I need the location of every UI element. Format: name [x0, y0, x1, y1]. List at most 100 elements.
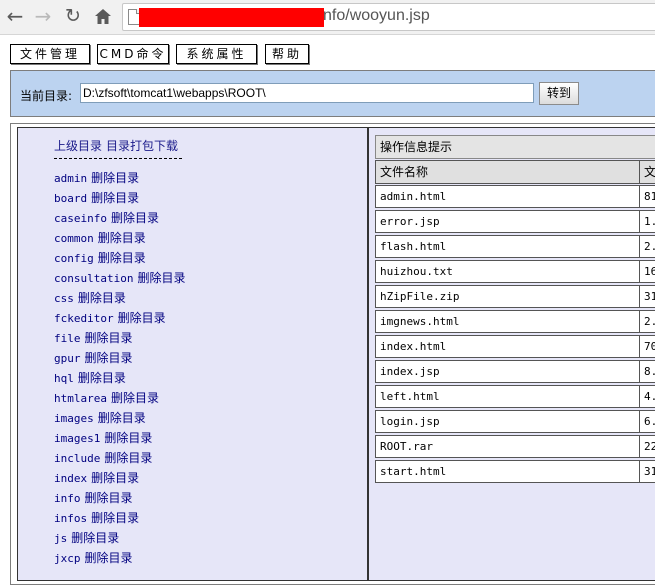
delete-directory-link[interactable]: 删除目录	[85, 351, 133, 365]
help-button[interactable]: 帮助	[265, 44, 309, 64]
file-name-cell[interactable]: flash.html	[375, 235, 640, 258]
delete-directory-link[interactable]: 删除目录	[91, 171, 139, 185]
delete-directory-link[interactable]: 删除目录	[85, 331, 133, 345]
path-panel: 当前目录: D:\zfsoft\tomcat1\webapps\ROOT\ 转到	[10, 70, 655, 117]
directory-item: consultation 删除目录	[54, 271, 186, 291]
directory-item: common 删除目录	[54, 231, 186, 251]
directory-item: gpur 删除目录	[54, 351, 186, 371]
file-name-cell[interactable]: left.html	[375, 385, 640, 408]
directory-item: images 删除目录	[54, 411, 186, 431]
goto-button[interactable]: 转到	[539, 82, 579, 105]
home-icon[interactable]	[92, 5, 114, 27]
delete-directory-link[interactable]: 删除目录	[98, 251, 146, 265]
directory-item: info 删除目录	[54, 491, 186, 511]
directory-panel: 上级目录 目录打包下载 admin 删除目录 board 删除目录 caseinfo 删除目…	[17, 127, 368, 581]
directory-link[interactable]: infos	[54, 512, 87, 525]
file-size-cell: 4.	[639, 385, 655, 408]
file-name-cell[interactable]: index.jsp	[375, 360, 640, 383]
delete-directory-link[interactable]: 删除目录	[85, 491, 133, 505]
directory-link[interactable]: include	[54, 452, 100, 465]
delete-directory-link[interactable]: 删除目录	[111, 391, 159, 405]
directory-link[interactable]: common	[54, 232, 94, 245]
directory-item: css 删除目录	[54, 291, 186, 311]
file-name-cell[interactable]: login.jsp	[375, 410, 640, 433]
file-size-cell: 6.	[639, 410, 655, 433]
directory-item: admin 删除目录	[54, 171, 186, 191]
directory-item: jxcp 删除目录	[54, 551, 186, 571]
delete-directory-link[interactable]: 删除目录	[98, 411, 146, 425]
directory-link[interactable]: jxcp	[54, 552, 81, 565]
delete-directory-link[interactable]: 删除目录	[137, 271, 185, 285]
file-manage-button[interactable]: 文件管理	[10, 44, 90, 64]
delete-directory-link[interactable]: 删除目录	[118, 311, 166, 325]
directory-item: images1 删除目录	[54, 431, 186, 451]
directory-link[interactable]: images1	[54, 432, 100, 445]
address-bar[interactable]: nfo/wooyun.jsp	[122, 3, 655, 31]
directory-item: js 删除目录	[54, 531, 186, 551]
browser-toolbar: ← → ↻ nfo/wooyun.jsp	[0, 0, 655, 35]
delete-directory-link[interactable]: 删除目录	[91, 471, 139, 485]
delete-directory-link[interactable]: 删除目录	[71, 531, 119, 545]
directory-link[interactable]: index	[54, 472, 87, 485]
file-size-cell: 16	[639, 260, 655, 283]
directory-link[interactable]: images	[54, 412, 94, 425]
file-panel: 操作信息提示 文件名称 文 admin.html81error.jsp1.fla…	[368, 127, 655, 581]
directory-item: board 删除目录	[54, 191, 186, 211]
directory-link[interactable]: caseinfo	[54, 212, 107, 225]
directory-item: file 删除目录	[54, 331, 186, 351]
reload-icon[interactable]: ↻	[62, 5, 84, 27]
delete-directory-link[interactable]: 删除目录	[111, 211, 159, 225]
directory-link[interactable]: htmlarea	[54, 392, 107, 405]
directory-link[interactable]: js	[54, 532, 67, 545]
pack-download-link[interactable]: 目录打包下载	[106, 139, 178, 153]
file-name-cell[interactable]: error.jsp	[375, 210, 640, 233]
dashed-divider	[54, 158, 182, 159]
directory-link[interactable]: admin	[54, 172, 87, 185]
file-size-cell: 31	[639, 285, 655, 308]
url-redaction	[139, 8, 324, 27]
file-name-cell[interactable]: ROOT.rar	[375, 435, 640, 458]
file-size-cell: 81	[639, 185, 655, 208]
delete-directory-link[interactable]: 删除目录	[104, 431, 152, 445]
directory-link[interactable]: info	[54, 492, 81, 505]
directory-link[interactable]: board	[54, 192, 87, 205]
file-name-cell[interactable]: start.html	[375, 460, 640, 483]
file-name-cell[interactable]: imgnews.html	[375, 310, 640, 333]
directory-link[interactable]: css	[54, 292, 74, 305]
delete-directory-link[interactable]: 删除目录	[78, 371, 126, 385]
directory-link[interactable]: config	[54, 252, 94, 265]
column-header-second: 文	[639, 160, 655, 184]
current-dir-input[interactable]: D:\zfsoft\tomcat1\webapps\ROOT\	[80, 83, 534, 103]
main-frame: 上级目录 目录打包下载 admin 删除目录 board 删除目录 caseinfo 删除目…	[10, 123, 655, 585]
file-name-cell[interactable]: admin.html	[375, 185, 640, 208]
delete-directory-link[interactable]: 删除目录	[91, 191, 139, 205]
parent-dir-link[interactable]: 上级目录	[54, 139, 102, 153]
cmd-command-button[interactable]: CMD命令	[97, 44, 169, 64]
delete-directory-link[interactable]: 删除目录	[78, 291, 126, 305]
directory-link[interactable]: fckeditor	[54, 312, 114, 325]
forward-arrow-icon[interactable]: →	[32, 4, 54, 28]
system-properties-button[interactable]: 系统属性	[176, 44, 257, 64]
delete-directory-link[interactable]: 删除目录	[104, 451, 152, 465]
file-size-cell: 2.	[639, 310, 655, 333]
delete-directory-link[interactable]: 删除目录	[85, 551, 133, 565]
directory-item: include 删除目录	[54, 451, 186, 471]
column-header-filename: 文件名称	[375, 160, 640, 184]
directory-link[interactable]: file	[54, 332, 81, 345]
directory-link[interactable]: consultation	[54, 272, 133, 285]
directory-link[interactable]: gpur	[54, 352, 81, 365]
back-arrow-icon[interactable]: ←	[4, 4, 26, 28]
file-size-cell: 22	[639, 435, 655, 458]
directory-list: admin 删除目录 board 删除目录 caseinfo 删除目录 common 删除目录…	[54, 171, 186, 571]
file-size-cell: 8.	[639, 360, 655, 383]
directory-item: hql 删除目录	[54, 371, 186, 391]
file-name-cell[interactable]: index.html	[375, 335, 640, 358]
operation-info-header: 操作信息提示	[375, 135, 655, 159]
file-size-cell: 2.	[639, 235, 655, 258]
directory-item: caseinfo 删除目录	[54, 211, 186, 231]
delete-directory-link[interactable]: 删除目录	[98, 231, 146, 245]
directory-link[interactable]: hql	[54, 372, 74, 385]
file-name-cell[interactable]: huizhou.txt	[375, 260, 640, 283]
delete-directory-link[interactable]: 删除目录	[91, 511, 139, 525]
file-name-cell[interactable]: hZipFile.zip	[375, 285, 640, 308]
